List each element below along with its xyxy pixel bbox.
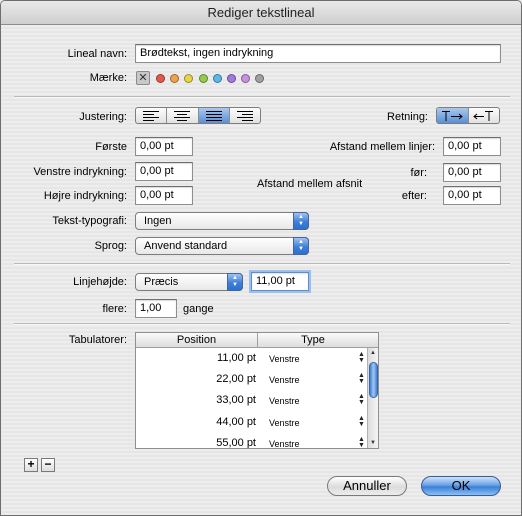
popup-arrows-icon: ▲ ▼ bbox=[293, 212, 309, 230]
tab-type-cell[interactable]: Venstre bbox=[269, 439, 300, 448]
tab-position-cell[interactable]: 33,00 pt bbox=[136, 394, 256, 406]
type-stepper-icon[interactable]: ▲ ▼ bbox=[358, 436, 365, 448]
direction-segmented-control bbox=[436, 107, 500, 124]
separator bbox=[14, 263, 510, 265]
language-value: Anvend standard bbox=[144, 240, 228, 252]
type-stepper-icon[interactable]: ▲ ▼ bbox=[358, 351, 365, 364]
tab-position-cell[interactable]: 11,00 pt bbox=[136, 352, 256, 364]
table-row[interactable]: 22,00 pt Venstre ▲ ▼ bbox=[136, 370, 368, 391]
type-column-header[interactable]: Type bbox=[258, 333, 368, 348]
align-left-icon bbox=[143, 111, 160, 121]
text-style-popup[interactable]: Ingen ▲ ▼ bbox=[135, 212, 309, 230]
left-indent-field[interactable]: 0,00 pt bbox=[135, 162, 193, 181]
alignment-label: Justering: bbox=[79, 111, 127, 123]
align-justify-button[interactable] bbox=[198, 108, 230, 123]
type-stepper-icon[interactable]: ▲ ▼ bbox=[358, 372, 365, 385]
tabs-table: Position Type 11,00 pt Venstre ▲ ▼ 22,00 pt V… bbox=[135, 332, 379, 449]
type-stepper-icon[interactable]: ▲ ▼ bbox=[358, 415, 365, 428]
before-field[interactable]: 0,00 pt bbox=[443, 163, 501, 182]
tabs-table-header: Position Type bbox=[136, 333, 378, 348]
no-color-mark[interactable]: ✕ bbox=[136, 71, 150, 85]
left-to-right-button[interactable] bbox=[437, 108, 469, 123]
after-field[interactable]: 0,00 pt bbox=[443, 186, 501, 205]
align-center-button[interactable] bbox=[167, 108, 199, 123]
dialog-window: Rediger tekstlineal Lineal navn: Brødtek… bbox=[0, 0, 522, 516]
line-height-label: Linjehøjde: bbox=[73, 276, 127, 288]
mark-label: Mærke: bbox=[89, 72, 127, 84]
direction-label: Retning: bbox=[387, 111, 428, 123]
color-mark-dot[interactable] bbox=[255, 74, 265, 83]
tab-position-cell[interactable]: 55,00 pt bbox=[136, 437, 256, 448]
add-tab-button[interactable]: + bbox=[24, 458, 38, 472]
first-indent-label: Første bbox=[95, 141, 127, 153]
line-height-mode-value: Præcis bbox=[144, 276, 179, 288]
remove-tab-button[interactable]: − bbox=[41, 458, 55, 472]
scroll-thumb[interactable] bbox=[369, 362, 378, 398]
window-title: Rediger tekstlineal bbox=[1, 1, 521, 25]
align-right-icon bbox=[236, 111, 253, 121]
language-popup[interactable]: Anvend standard ▲ ▼ bbox=[135, 237, 309, 255]
color-mark-dot[interactable] bbox=[170, 74, 180, 83]
first-indent-field[interactable]: 0,00 pt bbox=[135, 137, 193, 156]
multiple-field[interactable]: 1,00 bbox=[135, 299, 177, 318]
before-label: før: bbox=[410, 167, 428, 179]
right-indent-label: Højre indrykning: bbox=[43, 190, 127, 202]
line-spacing-label: Afstand mellem linjer: bbox=[329, 141, 435, 153]
tab-position-cell[interactable]: 44,00 pt bbox=[136, 416, 256, 428]
color-mark-dot[interactable] bbox=[241, 74, 251, 83]
color-mark-dot[interactable] bbox=[184, 74, 194, 83]
color-mark-dot[interactable] bbox=[156, 74, 165, 83]
text-style-label: Tekst-typografi: bbox=[52, 215, 127, 227]
scroll-down-icon[interactable]: ▼ bbox=[370, 440, 376, 446]
popup-arrows-icon: ▲ ▼ bbox=[293, 237, 309, 255]
tab-position-cell[interactable]: 22,00 pt bbox=[136, 373, 256, 385]
text-style-value: Ingen bbox=[144, 215, 172, 227]
tab-type-cell[interactable]: Venstre bbox=[269, 354, 300, 364]
ruler-name-field[interactable]: Brødtekst, ingen indrykning bbox=[135, 44, 501, 63]
paragraph-spacing-label: Afstand mellem afsnit bbox=[257, 178, 363, 190]
popup-arrows-icon: ▲ ▼ bbox=[227, 273, 243, 291]
table-row[interactable]: 55,00 pt Venstre ▲ ▼ bbox=[136, 434, 368, 448]
tab-type-cell[interactable]: Venstre bbox=[269, 396, 300, 406]
right-to-left-icon bbox=[472, 110, 493, 121]
color-mark-dot[interactable] bbox=[198, 74, 208, 83]
separator bbox=[14, 96, 510, 98]
align-justify-icon bbox=[205, 111, 222, 121]
multiple-label: flere: bbox=[102, 303, 127, 315]
table-row[interactable]: 11,00 pt Venstre ▲ ▼ bbox=[136, 349, 368, 370]
right-indent-field[interactable]: 0,00 pt bbox=[135, 186, 193, 205]
type-stepper-icon[interactable]: ▲ ▼ bbox=[358, 393, 365, 406]
tab-type-cell[interactable]: Venstre bbox=[269, 375, 300, 385]
language-label: Sprog: bbox=[94, 240, 127, 252]
ruler-name-label: Lineal navn: bbox=[67, 48, 127, 60]
alignment-segmented-control bbox=[135, 107, 261, 124]
line-height-field[interactable]: 11,00 pt bbox=[251, 272, 309, 291]
color-mark-dot[interactable] bbox=[227, 74, 236, 83]
multiple-unit-label: gange bbox=[183, 303, 214, 315]
separator bbox=[14, 323, 510, 325]
cancel-button[interactable]: Annuller bbox=[327, 476, 407, 496]
position-column-header[interactable]: Position bbox=[136, 333, 258, 348]
align-left-button[interactable] bbox=[136, 108, 168, 123]
tabs-scrollbar[interactable]: ▲ ▼ bbox=[367, 348, 378, 448]
after-label: efter: bbox=[401, 190, 427, 202]
tabs-label: Tabulatorer: bbox=[68, 334, 127, 346]
align-right-button[interactable] bbox=[230, 108, 260, 123]
ok-button[interactable]: OK bbox=[421, 476, 501, 496]
left-to-right-icon bbox=[442, 110, 464, 121]
line-height-mode-popup[interactable]: Præcis ▲ ▼ bbox=[135, 273, 243, 291]
scroll-up-icon[interactable]: ▲ bbox=[370, 350, 376, 356]
tab-type-cell[interactable]: Venstre bbox=[269, 418, 300, 428]
line-spacing-field[interactable]: 0,00 pt bbox=[443, 137, 501, 156]
color-mark-dot[interactable] bbox=[212, 74, 222, 83]
align-center-icon bbox=[174, 111, 191, 121]
left-indent-label: Venstre indrykning: bbox=[33, 166, 127, 178]
table-row[interactable]: 44,00 pt Venstre ▲ ▼ bbox=[136, 413, 368, 434]
right-to-left-button[interactable] bbox=[469, 108, 500, 123]
table-row[interactable]: 33,00 pt Venstre ▲ ▼ bbox=[136, 391, 368, 412]
